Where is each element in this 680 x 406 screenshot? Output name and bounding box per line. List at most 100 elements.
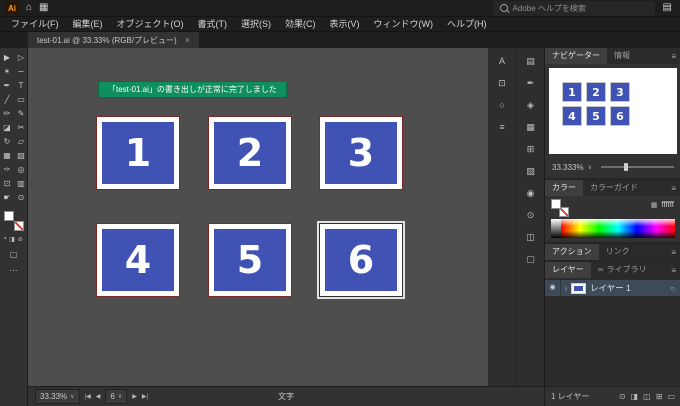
gradient-mode-icon[interactable]: ◨: [9, 236, 15, 243]
eraser-tool-icon[interactable]: ◪: [3, 123, 11, 132]
blend-tool-icon[interactable]: ◎: [18, 165, 25, 174]
screen-mode-icon[interactable]: ▢: [0, 250, 27, 259]
menu-type[interactable]: 書式(T): [191, 17, 235, 32]
free-transform-tool-icon[interactable]: ▱: [18, 137, 24, 146]
menu-edit[interactable]: 編集(E): [66, 17, 110, 32]
hex-value[interactable]: ffffff: [661, 200, 674, 209]
selection-tool-icon[interactable]: ▶: [4, 53, 10, 62]
close-icon[interactable]: ×: [185, 35, 190, 45]
expand-chevron-icon[interactable]: ›: [561, 284, 571, 293]
workspace-switcher-icon[interactable]: ▤: [663, 3, 672, 13]
tab-color-guide[interactable]: カラーガイド: [583, 180, 645, 196]
eyedropper-tool-icon[interactable]: ✑: [4, 165, 11, 174]
artboard-5[interactable]: 5: [208, 223, 292, 297]
gradient-tool-icon[interactable]: ▧: [17, 151, 25, 160]
zoom-slider-handle[interactable]: [624, 163, 629, 171]
pen-tool-icon[interactable]: ✒: [4, 81, 11, 90]
none-mode-icon[interactable]: ⊘: [18, 236, 23, 243]
color-fill-swatch[interactable]: [551, 199, 561, 209]
edit-toolbar-icon[interactable]: ⋯: [0, 266, 27, 275]
last-artboard-button[interactable]: ▶|: [142, 393, 148, 400]
next-artboard-button[interactable]: ▶: [132, 393, 137, 400]
panel-menu-icon[interactable]: ≡: [671, 184, 680, 193]
tab-cc-libraries[interactable]: ∞ ライブラリ: [591, 262, 654, 278]
menu-select[interactable]: 選択(S): [234, 17, 278, 32]
symbols-panel-icon[interactable]: ◈: [527, 101, 534, 110]
character-panel-icon[interactable]: A: [499, 57, 505, 66]
graphic-styles-panel-icon[interactable]: ▦: [526, 123, 535, 132]
layer-target-icon[interactable]: ○: [670, 284, 680, 293]
transparency-panel-icon[interactable]: ⊞: [527, 145, 535, 154]
scissors-tool-icon[interactable]: ✂: [18, 123, 25, 132]
artboard-3[interactable]: 3: [319, 116, 403, 190]
menu-file[interactable]: ファイル(F): [4, 17, 66, 32]
artboard-tool-icon[interactable]: ⊡: [4, 179, 11, 188]
fill-swatch[interactable]: [3, 211, 14, 221]
navigator-zoom-slider[interactable]: [601, 163, 674, 171]
first-artboard-button[interactable]: |◀: [85, 393, 91, 400]
artboard-dropdown[interactable]: 6 ∨: [105, 389, 128, 404]
canvas[interactable]: 「test-01.ai」の書き出しが正常に完了しました 1 2 3 4 5 6: [28, 48, 488, 386]
mesh-tool-icon[interactable]: ▦: [3, 151, 11, 160]
rainbow-ramp[interactable]: [561, 219, 675, 238]
artboard-4[interactable]: 4: [96, 223, 180, 297]
menu-view[interactable]: 表示(V): [323, 17, 367, 32]
new-sublayer-icon[interactable]: ◫: [643, 392, 651, 401]
tab-links[interactable]: リンク: [599, 244, 637, 260]
layer-name[interactable]: レイヤー 1: [590, 282, 631, 294]
tab-layers[interactable]: レイヤー: [545, 262, 591, 278]
properties-panel-icon[interactable]: ◉: [527, 189, 535, 198]
appearance-panel-icon[interactable]: ○: [499, 101, 504, 110]
color-spectrum[interactable]: [551, 219, 675, 238]
previous-artboard-button[interactable]: ◀: [96, 393, 101, 400]
navigator-zoom-value[interactable]: 33.333%: [552, 163, 584, 172]
gradient-panel-icon[interactable]: ▧: [526, 167, 535, 176]
artboard-6-selected[interactable]: 6: [317, 221, 405, 299]
hand-tool-icon[interactable]: ☛: [3, 193, 10, 202]
menu-window[interactable]: ウィンドウ(W): [367, 17, 441, 32]
slice-tool-icon[interactable]: ▥: [17, 179, 25, 188]
magic-wand-tool-icon[interactable]: ✶: [4, 67, 11, 76]
menu-object[interactable]: オブジェクト(O): [110, 17, 191, 32]
tab-actions[interactable]: アクション: [545, 244, 599, 260]
home-icon[interactable]: ⌂: [26, 3, 32, 13]
color-fill-stroke-control[interactable]: [551, 199, 569, 217]
lasso-tool-icon[interactable]: ∽: [18, 67, 25, 76]
layer-row[interactable]: ◉ › レイヤー 1 ○: [545, 280, 680, 296]
panel-menu-icon[interactable]: ≡: [671, 52, 680, 61]
apps-icon[interactable]: ▦: [39, 3, 48, 13]
tab-navigator[interactable]: ナビゲーター: [545, 48, 607, 64]
help-search-field[interactable]: Adobe ヘルプを検索: [492, 0, 655, 16]
navigator-thumbnail[interactable]: 1 2 3 4 5 6: [549, 68, 677, 154]
panel-menu-icon[interactable]: ≡: [671, 266, 680, 275]
color-mode-icon[interactable]: ▪: [4, 236, 6, 243]
artboards-panel-icon[interactable]: ⊡: [498, 79, 506, 88]
new-layer-icon[interactable]: ⊞: [656, 392, 663, 401]
paintbrush-tool-icon[interactable]: ✏: [4, 109, 11, 118]
asset-export-panel-icon[interactable]: ▢: [526, 255, 535, 264]
delete-layer-icon[interactable]: ▭: [667, 392, 675, 401]
pathfinder-panel-icon[interactable]: ◫: [526, 233, 535, 242]
panel-menu-icon[interactable]: ≡: [671, 248, 680, 257]
menu-help[interactable]: ヘルプ(H): [440, 17, 494, 32]
swatches-panel-icon[interactable]: ▤: [526, 57, 535, 66]
hex-field[interactable]: ▦ ffffff: [651, 200, 674, 209]
stroke-swatch-none[interactable]: [13, 221, 24, 231]
menu-effect[interactable]: 効果(C): [278, 17, 323, 32]
rotate-tool-icon[interactable]: ↻: [4, 137, 11, 146]
document-tab[interactable]: test-01.ai @ 33.33% (RGB/プレビュー) ×: [28, 32, 199, 48]
visibility-eye-icon[interactable]: ◉: [545, 280, 561, 296]
locate-object-icon[interactable]: ⊙: [619, 392, 626, 401]
brushes-panel-icon[interactable]: ✒: [527, 79, 535, 88]
tab-color[interactable]: カラー: [545, 180, 583, 196]
stroke-panel-icon[interactable]: ≡: [499, 123, 504, 132]
tab-info[interactable]: 情報: [607, 48, 637, 64]
make-mask-icon[interactable]: ◨: [631, 392, 639, 401]
fill-stroke-control[interactable]: [3, 211, 24, 231]
align-panel-icon[interactable]: ⊙: [527, 211, 535, 220]
rectangle-tool-icon[interactable]: ▭: [17, 95, 25, 104]
artboard-2[interactable]: 2: [208, 116, 292, 190]
zoom-tool-icon[interactable]: ⊙: [18, 193, 25, 202]
zoom-dropdown[interactable]: 33.33% ∨: [35, 389, 80, 404]
artboard-1[interactable]: 1: [96, 116, 180, 190]
